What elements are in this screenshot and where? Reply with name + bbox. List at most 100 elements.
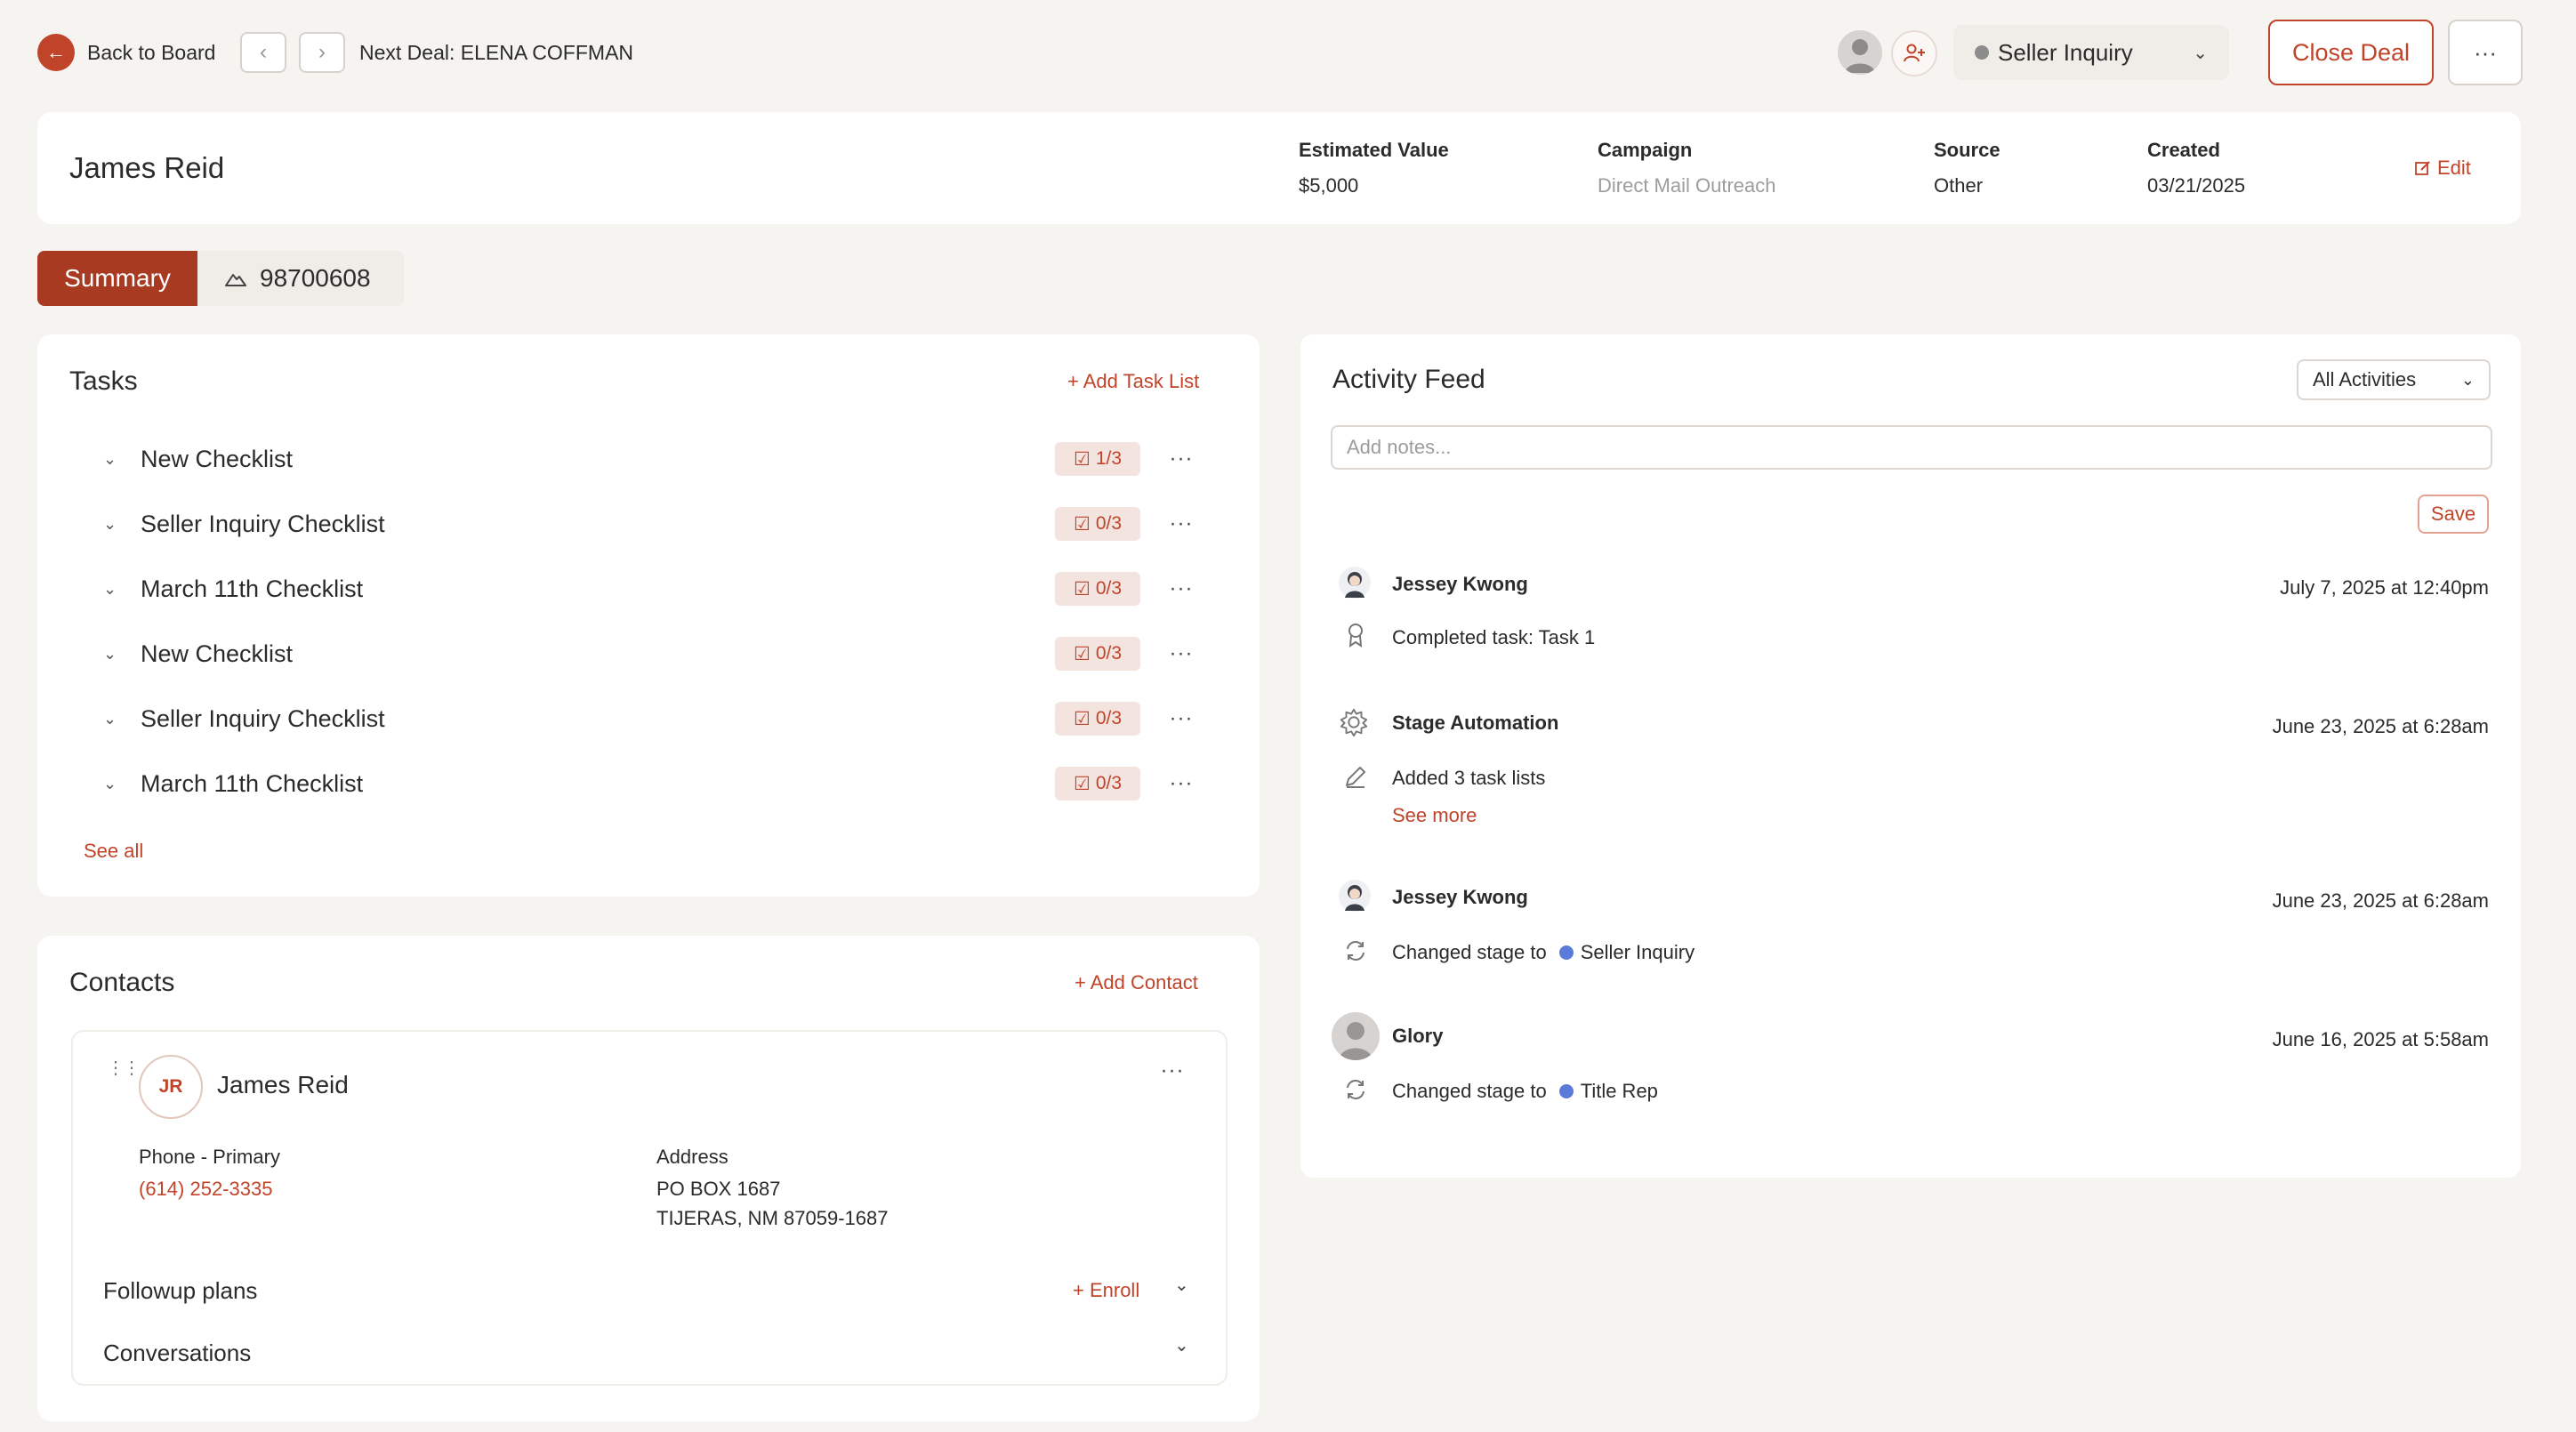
campaign-value: Direct Mail Outreach: [1598, 174, 1776, 197]
activity-author: Stage Automation: [1392, 712, 1559, 734]
next-deal-button[interactable]: ›: [299, 32, 345, 73]
checkbox-icon: ☑: [1073, 708, 1091, 729]
conversations-label[interactable]: Conversations: [103, 1339, 251, 1367]
assignee-avatar[interactable]: [1838, 30, 1882, 75]
see-more-link[interactable]: See more: [1392, 804, 1477, 827]
see-all-tasks-link[interactable]: See all: [84, 840, 143, 863]
stage-select-value: Seller Inquiry: [1998, 38, 2133, 66]
chevron-down-icon[interactable]: ⌄: [103, 580, 121, 599]
user-silhouette-icon: [1339, 1022, 1373, 1060]
chevron-down-icon[interactable]: ⌄: [103, 515, 121, 534]
tasks-card: [37, 334, 1260, 897]
activity-filter-value: All Activities: [2313, 368, 2417, 390]
activity-stage: Title Rep: [1580, 1080, 1658, 1102]
activity-date: July 7, 2025 at 12:40pm: [2280, 576, 2489, 599]
save-note-button[interactable]: Save: [2418, 495, 2489, 534]
add-assignee-button[interactable]: [1891, 30, 1937, 76]
task-list-row[interactable]: ⌄ Seller Inquiry Checklist ☑ 0/3 ···: [103, 701, 1197, 736]
task-list-menu-button[interactable]: ···: [1165, 706, 1197, 731]
task-list-menu-button[interactable]: ···: [1165, 511, 1197, 536]
add-notes-input[interactable]: [1331, 425, 2492, 470]
tasks-title: Tasks: [69, 366, 138, 396]
task-progress-badge: ☑ 0/3: [1055, 507, 1140, 541]
checkbox-icon: ☑: [1073, 448, 1091, 470]
checkbox-icon: ☑: [1073, 643, 1091, 664]
contact-menu-button[interactable]: ···: [1156, 1058, 1188, 1083]
task-list-menu-button[interactable]: ···: [1165, 641, 1197, 666]
back-arrow-icon[interactable]: ←: [37, 34, 75, 71]
back-to-board-link[interactable]: Back to Board: [87, 41, 215, 65]
source-value: Other: [1934, 174, 1984, 197]
activity-text: Changed stage to: [1392, 941, 1547, 963]
chevron-right-icon: ›: [318, 40, 326, 64]
task-list-menu-button[interactable]: ···: [1165, 771, 1197, 796]
phone-label: Phone - Primary: [139, 1146, 280, 1168]
chevron-down-icon: ⌄: [2460, 370, 2475, 389]
refresh-icon: [1340, 936, 1371, 966]
task-list-name: Seller Inquiry Checklist: [141, 510, 385, 537]
user-plus-icon: [1904, 44, 1925, 62]
activity-text-row: Changed stage to Title Rep: [1392, 1080, 1658, 1103]
add-contact-link[interactable]: + Add Contact: [1075, 971, 1198, 994]
chevron-down-icon[interactable]: ⌄: [1174, 1274, 1189, 1296]
followup-plans-label[interactable]: Followup plans: [103, 1277, 257, 1305]
chevron-down-icon[interactable]: ⌄: [103, 645, 121, 664]
deal-header-card: [37, 112, 2521, 224]
gear-icon: [1339, 707, 1369, 737]
task-progress-badge: ☑ 0/3: [1055, 767, 1140, 800]
chevron-down-icon[interactable]: ⌄: [1174, 1334, 1189, 1356]
activity-author: Jessey Kwong: [1392, 886, 1528, 908]
close-deal-button[interactable]: Close Deal: [2268, 20, 2434, 85]
contact-name[interactable]: James Reid: [217, 1071, 349, 1099]
user-avatar: [1338, 566, 1372, 599]
phone-link[interactable]: (614) 252-3335: [139, 1178, 272, 1201]
activity-text: Changed stage to: [1392, 1080, 1547, 1102]
task-list-row[interactable]: ⌄ March 11th Checklist ☑ 0/3 ···: [103, 571, 1197, 607]
task-list-row[interactable]: ⌄ New Checklist ☑ 1/3 ···: [103, 441, 1197, 477]
pencil-icon: [1340, 761, 1371, 792]
edit-icon: [2415, 161, 2430, 175]
activity-filter-select[interactable]: All Activities ⌄: [2297, 359, 2491, 400]
tab-property[interactable]: 98700608: [197, 251, 404, 306]
contacts-title: Contacts: [69, 968, 175, 997]
user-avatar: [1332, 1012, 1380, 1060]
activity-text: Completed task: Task 1: [1392, 626, 1596, 648]
stage-dot: [1558, 945, 1574, 960]
task-list-row[interactable]: ⌄ March 11th Checklist ☑ 0/3 ···: [103, 766, 1197, 801]
add-task-list-link[interactable]: + Add Task List: [1067, 370, 1199, 393]
created-value: 03/21/2025: [2147, 174, 2246, 197]
activity-feed-title: Activity Feed: [1332, 365, 1485, 394]
address-line-2: TIJERAS, NM 87059-1687: [656, 1207, 889, 1229]
task-list-menu-button[interactable]: ···: [1165, 576, 1197, 601]
task-progress-badge: ☑ 0/3: [1055, 637, 1140, 671]
task-list-row[interactable]: ⌄ Seller Inquiry Checklist ☑ 0/3 ···: [103, 506, 1197, 542]
next-deal-label[interactable]: Next Deal: ELENA COFFMAN: [359, 41, 633, 65]
task-progress-badge: ☑ 1/3: [1055, 442, 1140, 476]
previous-deal-button[interactable]: ‹: [240, 32, 286, 73]
mountain-icon: [225, 274, 246, 286]
more-options-button[interactable]: ···: [2448, 20, 2523, 85]
campaign-label: Campaign: [1598, 139, 1693, 161]
checkbox-icon: ☑: [1073, 513, 1091, 535]
drag-handle-icon[interactable]: ⋮⋮: [107, 1057, 141, 1079]
created-label: Created: [2147, 139, 2220, 161]
task-list-row[interactable]: ⌄ New Checklist ☑ 0/3 ···: [103, 636, 1197, 672]
task-list-menu-button[interactable]: ···: [1165, 446, 1197, 471]
tab-summary[interactable]: Summary: [37, 251, 197, 306]
edit-deal-link[interactable]: Edit: [2414, 157, 2471, 180]
edit-label: Edit: [2437, 157, 2471, 179]
chevron-down-icon[interactable]: ⌄: [103, 775, 121, 793]
task-progress-badge: ☑ 0/3: [1055, 572, 1140, 606]
address-label: Address: [656, 1146, 729, 1168]
enroll-link[interactable]: + Enroll: [1073, 1279, 1139, 1302]
checkbox-icon: ☑: [1073, 578, 1091, 599]
chevron-down-icon[interactable]: ⌄: [103, 710, 121, 728]
contact-avatar: JR: [139, 1055, 203, 1119]
activity-date: June 23, 2025 at 6:28am: [2272, 715, 2489, 737]
chevron-down-icon[interactable]: ⌄: [103, 450, 121, 469]
task-list-name: March 11th Checklist: [141, 769, 364, 797]
stage-select[interactable]: Seller Inquiry ⌄: [1953, 25, 2229, 80]
task-progress-badge: ☑ 0/3: [1055, 702, 1140, 736]
chevron-down-icon: ⌄: [2193, 43, 2208, 63]
user-avatar: [1338, 879, 1372, 913]
